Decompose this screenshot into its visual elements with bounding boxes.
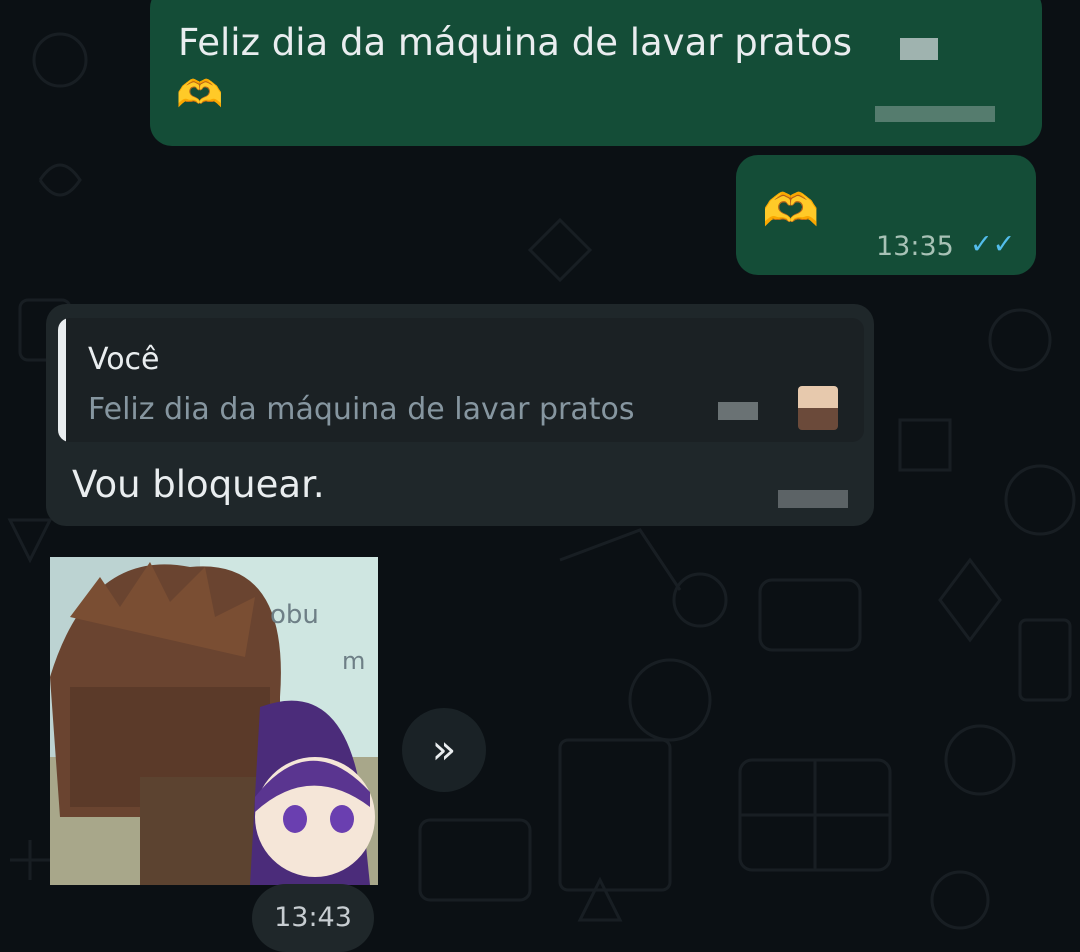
quoted-message[interactable]: Você Feliz dia da máquina de lavar prato… [58, 318, 864, 442]
quote-author: Você [88, 342, 160, 377]
chat-view: Feliz dia da máquina de lavar pratos 🫶 🫶… [0, 0, 1080, 952]
outgoing-message-bubble[interactable]: 🫶 13:35 ✓✓ [736, 155, 1036, 275]
message-timestamp: 13:35 [876, 231, 954, 262]
redacted-timestamp [778, 490, 848, 508]
quote-accent-bar [58, 318, 66, 442]
heart-hands-emoji: 🫶 [762, 183, 820, 237]
redacted-area [718, 402, 758, 420]
redacted-area [900, 38, 938, 60]
sticker-art: obu m [50, 557, 378, 885]
sticker-text: m [342, 647, 365, 675]
forward-icon: » [431, 727, 457, 773]
heart-hands-emoji: 🫶 [176, 72, 224, 116]
timestamp-text: 13:43 [274, 902, 352, 933]
sticker-image[interactable]: obu m [50, 557, 378, 885]
outgoing-message-bubble[interactable]: Feliz dia da máquina de lavar pratos 🫶 [150, 0, 1042, 146]
quote-thumbnail [798, 386, 838, 430]
quote-text: Feliz dia da máquina de lavar pratos [88, 392, 635, 427]
message-text: Vou bloquear. [72, 463, 325, 506]
sticker-text: obu [270, 600, 319, 630]
redacted-timestamp [875, 106, 995, 122]
forward-button[interactable]: » [402, 708, 486, 792]
read-receipt-icon: ✓✓ [970, 229, 1016, 260]
incoming-message-bubble[interactable]: Você Feliz dia da máquina de lavar prato… [46, 304, 874, 526]
sticker-timestamp: 13:43 [252, 884, 374, 952]
message-text: Feliz dia da máquina de lavar pratos [178, 21, 853, 64]
